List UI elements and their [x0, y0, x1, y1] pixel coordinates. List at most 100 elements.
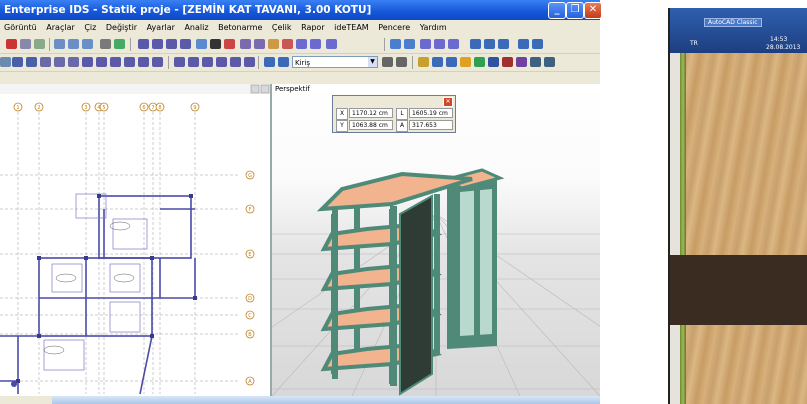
green-edge [680, 53, 686, 404]
properties-icon[interactable] [404, 39, 415, 49]
section-icon[interactable] [224, 39, 235, 49]
fillet-icon[interactable] [152, 57, 163, 67]
close-button[interactable]: ✕ [584, 2, 602, 19]
chevron-down-icon[interactable]: ▼ [368, 57, 377, 67]
align-center-icon[interactable] [434, 39, 445, 49]
title-bar[interactable]: Enterprise IDS - Statik proje - [ZEMİN K… [0, 0, 602, 20]
beam-tool-icon[interactable] [152, 39, 163, 49]
zoom-out-icon[interactable] [68, 39, 79, 49]
axis-label-g: G [248, 173, 252, 179]
polyline-icon[interactable] [26, 57, 37, 67]
align-right-icon[interactable] [448, 39, 459, 49]
print-icon[interactable] [396, 57, 407, 67]
star-icon[interactable] [244, 57, 255, 67]
angle-icon[interactable] [254, 39, 265, 49]
floor-plan-drawing[interactable]: 1 2 3 4 5 6 7 8 9 G F E D C B A [0, 84, 270, 396]
material-icon[interactable] [460, 57, 471, 67]
minimize-button[interactable]: _ [548, 2, 566, 19]
stretch-icon[interactable] [96, 57, 107, 67]
window-title: Enterprise IDS - Statik proje - [ZEMİN K… [4, 4, 372, 16]
axis-label-2: 2 [37, 105, 40, 111]
maximize-button[interactable]: ❐ [566, 2, 584, 19]
menu-steel[interactable]: Çelik [272, 23, 292, 32]
line-icon[interactable] [12, 57, 23, 67]
align-left-icon[interactable] [420, 39, 431, 49]
hatch-icon[interactable] [282, 39, 293, 49]
block-icon[interactable] [174, 57, 185, 67]
menu-settings[interactable]: Ayarlar [147, 23, 175, 32]
grid-icon[interactable] [470, 39, 481, 49]
walk-icon[interactable] [446, 57, 457, 67]
rectangle-icon[interactable] [40, 57, 51, 67]
snap-icon[interactable] [196, 39, 207, 49]
measure-icon[interactable] [518, 39, 529, 49]
trim-icon[interactable] [326, 39, 337, 49]
light-icon[interactable] [418, 57, 429, 67]
column-tool-icon[interactable] [138, 39, 149, 49]
mirror-icon[interactable] [296, 39, 307, 49]
delete-icon[interactable] [54, 57, 65, 67]
a-key: A [396, 120, 408, 132]
layer-select[interactable]: Kiriş ▼ [292, 56, 378, 68]
view-plan-icon[interactable] [264, 57, 275, 67]
ortho-icon[interactable] [484, 39, 495, 49]
menu-concrete[interactable]: Betonarme [218, 23, 262, 32]
toolbar-separator [49, 38, 50, 51]
axis-label-6: 6 [142, 105, 145, 111]
menu-modify[interactable]: Değiştir [106, 23, 137, 32]
hide-icon[interactable] [516, 57, 527, 67]
view-3d-icon[interactable] [278, 57, 289, 67]
wall-tool-icon[interactable] [166, 39, 177, 49]
camera-icon[interactable] [432, 57, 443, 67]
orbit-icon[interactable] [210, 39, 221, 49]
toolbar-separator [412, 56, 413, 69]
dimension-icon[interactable] [240, 39, 251, 49]
curve-icon[interactable] [216, 57, 227, 67]
arc-icon[interactable] [202, 57, 213, 67]
menu-view[interactable]: Görüntü [4, 23, 37, 32]
axis-label-e: E [248, 252, 251, 258]
copy-icon[interactable] [20, 39, 31, 49]
redraw-icon[interactable] [114, 39, 125, 49]
menu-tools[interactable]: Araçlar [46, 23, 74, 32]
clock-date: 28.08.2013 [766, 44, 801, 51]
close-icon[interactable]: ✕ [443, 97, 453, 107]
toolbar-separator [168, 56, 169, 69]
autocad-task-button[interactable]: AutoCAD Classic [704, 18, 762, 27]
pan-icon[interactable] [100, 39, 111, 49]
section-view-icon[interactable] [530, 57, 541, 67]
zoom-window-icon[interactable] [82, 39, 93, 49]
zoom-in-icon[interactable] [54, 39, 65, 49]
distance-icon[interactable] [532, 39, 543, 49]
export-icon[interactable] [544, 57, 555, 67]
slab-tool-icon[interactable] [180, 39, 191, 49]
rotate-icon[interactable] [310, 39, 321, 49]
move-icon[interactable] [82, 57, 93, 67]
circle-icon[interactable] [230, 57, 241, 67]
axis-label-b: B [248, 332, 252, 338]
menu-window[interactable]: Pencere [378, 23, 410, 32]
menu-help[interactable]: Yardım [420, 23, 447, 32]
menu-draw[interactable]: Çiz [84, 23, 96, 32]
offset-icon[interactable] [124, 57, 135, 67]
menu-report[interactable]: Rapor [301, 23, 325, 32]
text-style-icon[interactable] [188, 57, 199, 67]
cut-icon[interactable] [6, 39, 17, 49]
layer-select-value: Kiriş [295, 59, 311, 67]
layer-icon[interactable] [390, 39, 401, 49]
extend-icon[interactable] [138, 57, 149, 67]
text-icon[interactable] [268, 39, 279, 49]
array-icon[interactable] [110, 57, 121, 67]
toolbar-separator [258, 56, 259, 69]
render-icon[interactable] [382, 57, 393, 67]
undo-icon[interactable] [34, 39, 45, 49]
copy-object-icon[interactable] [68, 57, 79, 67]
color-icon[interactable] [474, 57, 485, 67]
shade-icon[interactable] [488, 57, 499, 67]
wireframe-icon[interactable] [502, 57, 513, 67]
menu-ideteam[interactable]: ideTEAM [334, 23, 369, 32]
menu-analysis[interactable]: Analiz [184, 23, 208, 32]
osnap-icon[interactable] [498, 39, 509, 49]
plan-view-pane[interactable]: 1 2 3 4 5 6 7 8 9 G F E D C B A [0, 84, 272, 396]
select-icon[interactable] [0, 57, 11, 67]
